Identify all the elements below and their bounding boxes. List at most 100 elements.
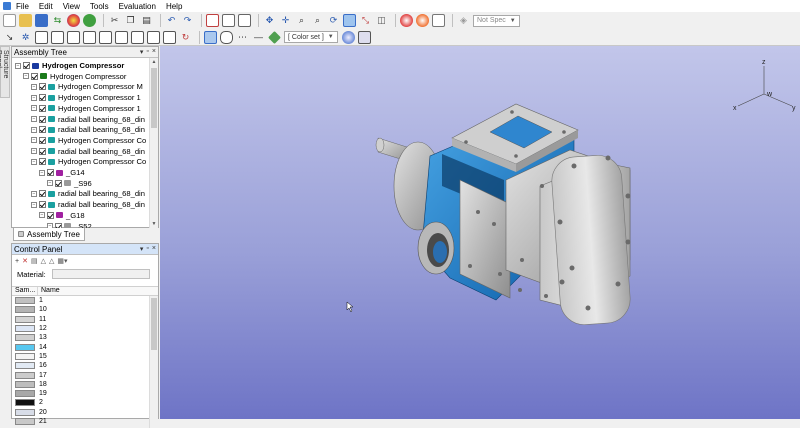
move-icon[interactable]: ✛ — [279, 14, 292, 27]
display-icon[interactable] — [357, 30, 371, 44]
tree-row[interactable]: − Hydrogen Compressor — [23, 71, 158, 82]
expand-toggle-icon[interactable]: − — [39, 169, 45, 176]
material-row-item[interactable]: 18 — [12, 380, 158, 389]
material-row-item[interactable]: 10 — [12, 305, 158, 314]
menu-edit[interactable]: Edit — [39, 2, 53, 11]
expand-toggle-icon[interactable]: − — [31, 201, 37, 208]
float-icon[interactable]: ▫ — [146, 48, 148, 56]
tree-row[interactable]: − Hydrogen Compressor M — [31, 81, 158, 92]
spec-icon[interactable]: ◈ — [457, 14, 470, 27]
undo-icon[interactable]: ↶ — [165, 14, 178, 27]
grid-scrollbar[interactable] — [149, 296, 158, 428]
paint-icon[interactable] — [83, 14, 96, 27]
3d-viewport[interactable]: z x y w — [160, 46, 800, 419]
scroll-thumb[interactable] — [151, 298, 157, 350]
line-icon[interactable]: — — [252, 31, 265, 44]
triangle-icon[interactable]: △ — [41, 257, 46, 265]
menu-tools[interactable]: Tools — [90, 2, 109, 11]
assembly-tree-tab[interactable]: Assembly Tree — [13, 228, 85, 241]
visibility-checkbox[interactable] — [47, 169, 54, 176]
triangle-alt-icon[interactable]: △ — [49, 257, 54, 265]
view-left-icon[interactable] — [67, 30, 80, 44]
shaded-mode-icon[interactable] — [204, 30, 217, 44]
sphere-icon[interactable] — [400, 14, 413, 27]
menu-file[interactable]: File — [16, 2, 29, 11]
select-window-icon[interactable] — [222, 14, 235, 27]
expand-toggle-icon[interactable]: − — [15, 62, 21, 69]
spec-combo[interactable]: Not Spec ▼ — [473, 14, 520, 27]
material-field[interactable] — [51, 269, 150, 279]
zoom-icon[interactable]: ⌕ — [295, 14, 308, 27]
pin-icon[interactable]: ▾ — [140, 245, 144, 253]
import-icon[interactable]: ⇆ — [51, 14, 64, 27]
zoom-fit-icon[interactable]: ⌕ — [311, 14, 324, 27]
cylinder-icon[interactable] — [220, 30, 233, 44]
col-sample[interactable]: Sam... — [12, 287, 38, 295]
expand-toggle-icon[interactable]: − — [31, 116, 37, 122]
visibility-checkbox[interactable] — [55, 179, 62, 187]
material-row-item[interactable]: 1 — [12, 296, 158, 305]
expand-toggle-icon[interactable]: − — [31, 126, 37, 133]
scroll-down-icon[interactable]: ▼ — [150, 221, 158, 227]
fit-all-icon[interactable]: ⤡ — [359, 14, 372, 27]
material-row-item[interactable]: 20 — [12, 408, 158, 417]
tree-scrollbar[interactable]: ▲ ▼ — [149, 58, 158, 228]
view-front-icon[interactable] — [35, 30, 48, 44]
scroll-up-icon[interactable]: ▲ — [150, 59, 158, 65]
tree-row[interactable]: − radial ball bearing_68_din — [31, 124, 158, 135]
material-sphere-icon[interactable] — [341, 30, 355, 44]
visibility-checkbox[interactable] — [39, 104, 46, 112]
paste-icon[interactable]: ▤ — [140, 14, 153, 27]
redo-icon[interactable]: ↷ — [181, 14, 194, 27]
view-top-icon[interactable] — [99, 30, 112, 44]
tree-row[interactable]: − _S96 — [47, 178, 158, 189]
visibility-checkbox[interactable] — [39, 83, 46, 91]
material-row-item[interactable]: 21 — [12, 417, 158, 426]
close-icon[interactable]: × — [152, 245, 156, 253]
expand-toggle-icon[interactable]: − — [31, 137, 37, 144]
panel-icon[interactable] — [432, 14, 445, 27]
scroll-thumb[interactable] — [151, 68, 157, 128]
visibility-checkbox[interactable] — [39, 147, 46, 155]
tree-row[interactable]: − radial ball bearing_68_din — [31, 114, 158, 125]
rotate-icon[interactable]: ⟳ — [327, 14, 340, 27]
cut-icon[interactable]: ✂ — [108, 14, 121, 27]
expand-toggle-icon[interactable]: − — [31, 94, 37, 101]
visibility-checkbox[interactable] — [39, 158, 46, 166]
rotate-view-icon[interactable]: ↻ — [179, 31, 192, 44]
view-iso-alt-icon[interactable] — [147, 30, 160, 44]
material-row-item[interactable]: 15 — [12, 352, 158, 361]
settings-icon[interactable]: ▦▾ — [57, 257, 67, 265]
material-row-item[interactable]: 2 — [12, 398, 158, 407]
color-set-combo[interactable]: [ Color set ] ▼ — [284, 31, 338, 43]
visibility-checkbox[interactable] — [39, 201, 46, 209]
visibility-checkbox[interactable] — [39, 115, 46, 123]
new-file-icon[interactable] — [3, 14, 16, 27]
visibility-checkbox[interactable] — [47, 211, 54, 219]
expand-toggle-icon[interactable]: − — [31, 158, 37, 165]
visibility-checkbox[interactable] — [23, 62, 30, 69]
visibility-checkbox[interactable] — [31, 72, 38, 80]
select-area-icon[interactable] — [238, 14, 251, 27]
material-row-item[interactable]: 16 — [12, 361, 158, 370]
expand-toggle-icon[interactable]: − — [47, 180, 53, 187]
close-icon[interactable]: × — [152, 48, 156, 56]
expand-toggle-icon[interactable]: − — [31, 83, 37, 90]
material-row-item[interactable]: 12 — [12, 324, 158, 333]
expand-toggle-icon[interactable]: − — [31, 190, 37, 197]
explode-icon[interactable]: ✲ — [19, 31, 32, 44]
select-box-icon[interactable] — [206, 14, 219, 27]
expand-toggle-icon[interactable]: − — [31, 105, 37, 112]
material-row-item[interactable]: 14 — [12, 342, 158, 351]
tree-row[interactable]: − radial ball bearing_68_din — [31, 188, 158, 199]
pin-icon[interactable]: ▾ — [140, 48, 144, 56]
open-folder-icon[interactable] — [19, 14, 32, 27]
view-cube-icon[interactable] — [343, 14, 356, 27]
menu-view[interactable]: View — [63, 2, 80, 11]
pan-icon[interactable]: ✥ — [263, 14, 276, 27]
visibility-checkbox[interactable] — [39, 126, 46, 134]
view-back-icon[interactable] — [51, 30, 64, 44]
color-wheel-icon[interactable] — [67, 14, 80, 27]
material-row-item[interactable]: 17 — [12, 370, 158, 379]
tree-row[interactable]: − _G14 — [39, 167, 158, 178]
